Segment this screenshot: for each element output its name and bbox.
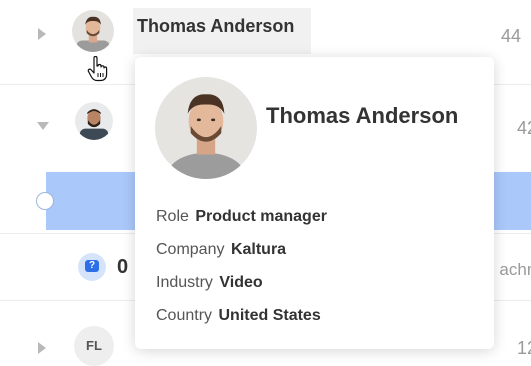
avatar[interactable] xyxy=(75,102,113,140)
field-value: Kaltura xyxy=(230,241,287,258)
profile-name: Thomas Anderson xyxy=(266,103,459,128)
row-count: 42 xyxy=(516,118,531,138)
profile-field-role: Role Product manager xyxy=(156,208,327,226)
field-label: Country xyxy=(156,307,213,324)
attachment-label: achm xyxy=(499,260,531,279)
field-label: Industry xyxy=(156,274,213,291)
field-value: Video xyxy=(219,274,263,291)
field-label: Company xyxy=(156,241,225,258)
chevron-right-icon[interactable] xyxy=(38,342,46,354)
row-select-radio[interactable] xyxy=(36,192,54,210)
row-count: 44 xyxy=(500,26,521,46)
field-value: Product manager xyxy=(195,208,327,225)
profile-field-company: Company Kaltura xyxy=(156,241,286,259)
chevron-down-icon[interactable] xyxy=(37,122,49,130)
field-label: Role xyxy=(156,208,189,225)
profile-photo xyxy=(155,77,257,179)
user-profile-popover: Thomas Anderson Role Product manager Com… xyxy=(135,57,494,349)
chevron-right-icon[interactable] xyxy=(38,28,46,40)
hand-pointer-icon xyxy=(87,56,108,82)
profile-field-industry: Industry Video xyxy=(156,274,263,292)
profile-field-country: Country United States xyxy=(156,307,321,325)
avatar[interactable] xyxy=(72,10,114,52)
row-name[interactable]: Thomas Anderson xyxy=(137,16,294,37)
field-value: United States xyxy=(218,307,321,324)
row-value: 0 xyxy=(117,256,129,278)
initials-avatar[interactable]: FL xyxy=(74,326,114,366)
chat-bubble-question-icon[interactable]: ? xyxy=(78,253,106,281)
